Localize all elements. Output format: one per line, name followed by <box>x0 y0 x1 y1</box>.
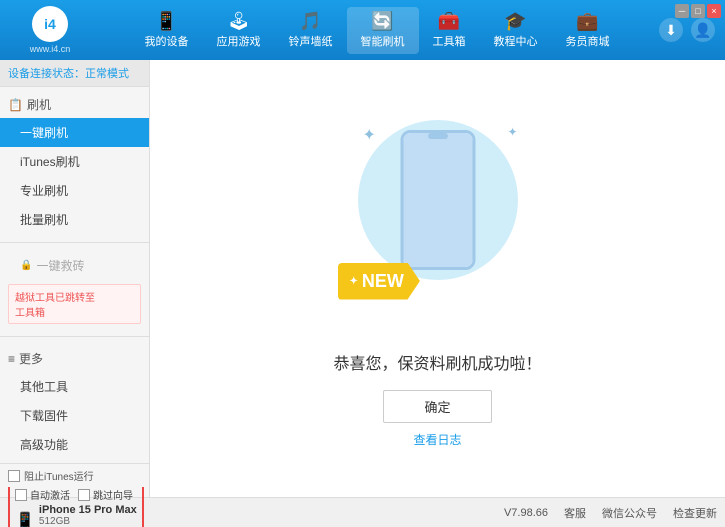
sidebar-more-section: ≡ 更多 其他工具 下载固件 高级功能 <box>0 341 149 463</box>
device-section: 自动激活 跳过向导 📱 iPhone 15 Pro Max 512GB iPho… <box>8 483 144 527</box>
bottom-right: V7.98.66 客服 微信公众号 检查更新 <box>504 505 717 521</box>
header: i4 www.i4.cn 📱 我的设备 🕹 应用游戏 🎵 铃声墙纸 🔄 智能刷机 <box>0 0 725 60</box>
lock-icon: 🔒 <box>20 260 32 271</box>
itunes-bar: 阻止iTunes运行 <box>0 463 149 487</box>
sidebar-item-pro-flash[interactable]: 专业刷机 <box>0 176 149 205</box>
nav-smart-flash[interactable]: 🔄 智能刷机 <box>347 7 419 54</box>
logo-icon: i4 <box>32 6 68 42</box>
confirm-button[interactable]: 确定 <box>383 390 491 423</box>
my-device-icon: 📱 <box>155 12 177 30</box>
sidebar-item-one-key-flash[interactable]: 一键刷机 <box>0 118 149 147</box>
nav-ringtones[interactable]: 🎵 铃声墙纸 <box>275 7 347 54</box>
auto-activate-checkbox[interactable] <box>15 489 27 501</box>
nav-toolbox[interactable]: 🧰 工具箱 <box>419 7 480 54</box>
sidebar-item-advanced[interactable]: 高级功能 <box>0 430 149 459</box>
device-phone-icon: 📱 <box>15 511 35 527</box>
user-button[interactable]: 👤 <box>691 18 715 42</box>
sidebar-item-itunes-flash[interactable]: iTunes刷机 <box>0 147 149 176</box>
phone-body <box>400 130 475 270</box>
sparkle-top-right: ✦ <box>507 125 517 139</box>
sidebar-item-batch-flash[interactable]: 批量刷机 <box>0 205 149 234</box>
phone-screen <box>403 133 472 267</box>
sidebar-rescue-section: 🔒 一键救砖 越狱工具已跳转至工具箱 <box>0 247 149 332</box>
close-button[interactable]: × <box>707 4 721 18</box>
sidebar-group-flash: 📋 刷机 <box>0 91 149 118</box>
minimize-button[interactable]: ─ <box>675 4 689 18</box>
logo-area: i4 www.i4.cn <box>10 6 90 54</box>
nav-my-device[interactable]: 📱 我的设备 <box>131 7 203 54</box>
apps-games-icon: 🕹 <box>227 12 250 30</box>
new-badge: NEW <box>338 263 420 300</box>
sparkle-top-left: ✦ <box>363 125 376 145</box>
logo-url: www.i4.cn <box>30 44 71 54</box>
nav-apps-games[interactable]: 🕹 应用游戏 <box>203 7 275 54</box>
sidebar-flash-section: 📋 刷机 一键刷机 iTunes刷机 专业刷机 批量刷机 <box>0 87 149 238</box>
guide-checkbox[interactable] <box>78 489 90 501</box>
wechat-link[interactable]: 微信公众号 <box>602 505 657 521</box>
header-right: ⬇ 👤 <box>659 18 715 42</box>
check-update-link[interactable]: 检查更新 <box>673 505 717 521</box>
device-name: iPhone 15 Pro Max <box>39 504 137 516</box>
sidebar-status: 设备连接状态：正常模式 <box>0 60 149 87</box>
customer-service-link[interactable]: 客服 <box>564 505 586 521</box>
nav-business[interactable]: 💼 务员商城 <box>552 7 624 54</box>
sidebar-item-rescue: 🔒 一键救砖 <box>0 251 149 280</box>
download-button[interactable]: ⬇ <box>659 18 683 42</box>
tutorials-icon: 🎓 <box>504 12 526 30</box>
log-link[interactable]: 查看日志 <box>413 431 461 448</box>
sidebar-divider-2 <box>0 336 149 337</box>
device-storage: 512GB <box>39 516 137 527</box>
device-checkboxes: 自动激活 跳过向导 <box>15 487 137 502</box>
main-layout: 设备连接状态：正常模式 📋 刷机 一键刷机 iTunes刷机 专业刷机 批量刷机 <box>0 60 725 497</box>
sidebar-warning: 越狱工具已跳转至工具箱 <box>8 284 141 324</box>
main-nav: 📱 我的设备 🕹 应用游戏 🎵 铃声墙纸 🔄 智能刷机 🧰 工具箱 🎓 <box>105 7 649 54</box>
sidebar-divider-1 <box>0 242 149 243</box>
sidebar-group-more: ≡ 更多 <box>0 345 149 372</box>
more-group-icon: ≡ <box>8 352 15 366</box>
flash-group-icon: 📋 <box>8 98 23 112</box>
success-text: 恭喜您，保资料刷机成功啦！ <box>333 350 541 374</box>
version-label: V7.98.66 <box>504 507 548 519</box>
sidebar-item-other-tools[interactable]: 其他工具 <box>0 372 149 401</box>
maximize-button[interactable]: □ <box>691 4 705 18</box>
auto-activate-checkbox-item: 自动激活 <box>15 487 70 502</box>
nav-tutorials[interactable]: 🎓 教程中心 <box>480 7 552 54</box>
device-info: 📱 iPhone 15 Pro Max 512GB iPhone <box>15 504 137 527</box>
bottom-bar: 自动激活 跳过向导 📱 iPhone 15 Pro Max 512GB iPho… <box>0 497 725 527</box>
guide-checkbox-item: 跳过向导 <box>78 487 133 502</box>
sidebar-item-download-firmware[interactable]: 下载固件 <box>0 401 149 430</box>
smart-flash-icon: 🔄 <box>371 12 393 30</box>
phone-illustration: NEW ✦ ✦ ✦ <box>348 110 528 330</box>
sidebar: 设备连接状态：正常模式 📋 刷机 一键刷机 iTunes刷机 专业刷机 批量刷机 <box>0 60 150 497</box>
toolbox-icon: 🧰 <box>438 12 460 30</box>
itunes-checkbox[interactable] <box>8 470 20 482</box>
phone-notch <box>428 133 448 139</box>
content-area: NEW ✦ ✦ ✦ 恭喜您，保资料刷机成功啦！ 确定 查看日志 <box>150 60 725 497</box>
device-details: iPhone 15 Pro Max 512GB iPhone <box>39 504 137 527</box>
ringtones-icon: 🎵 <box>299 12 321 30</box>
business-icon: 💼 <box>576 12 598 30</box>
